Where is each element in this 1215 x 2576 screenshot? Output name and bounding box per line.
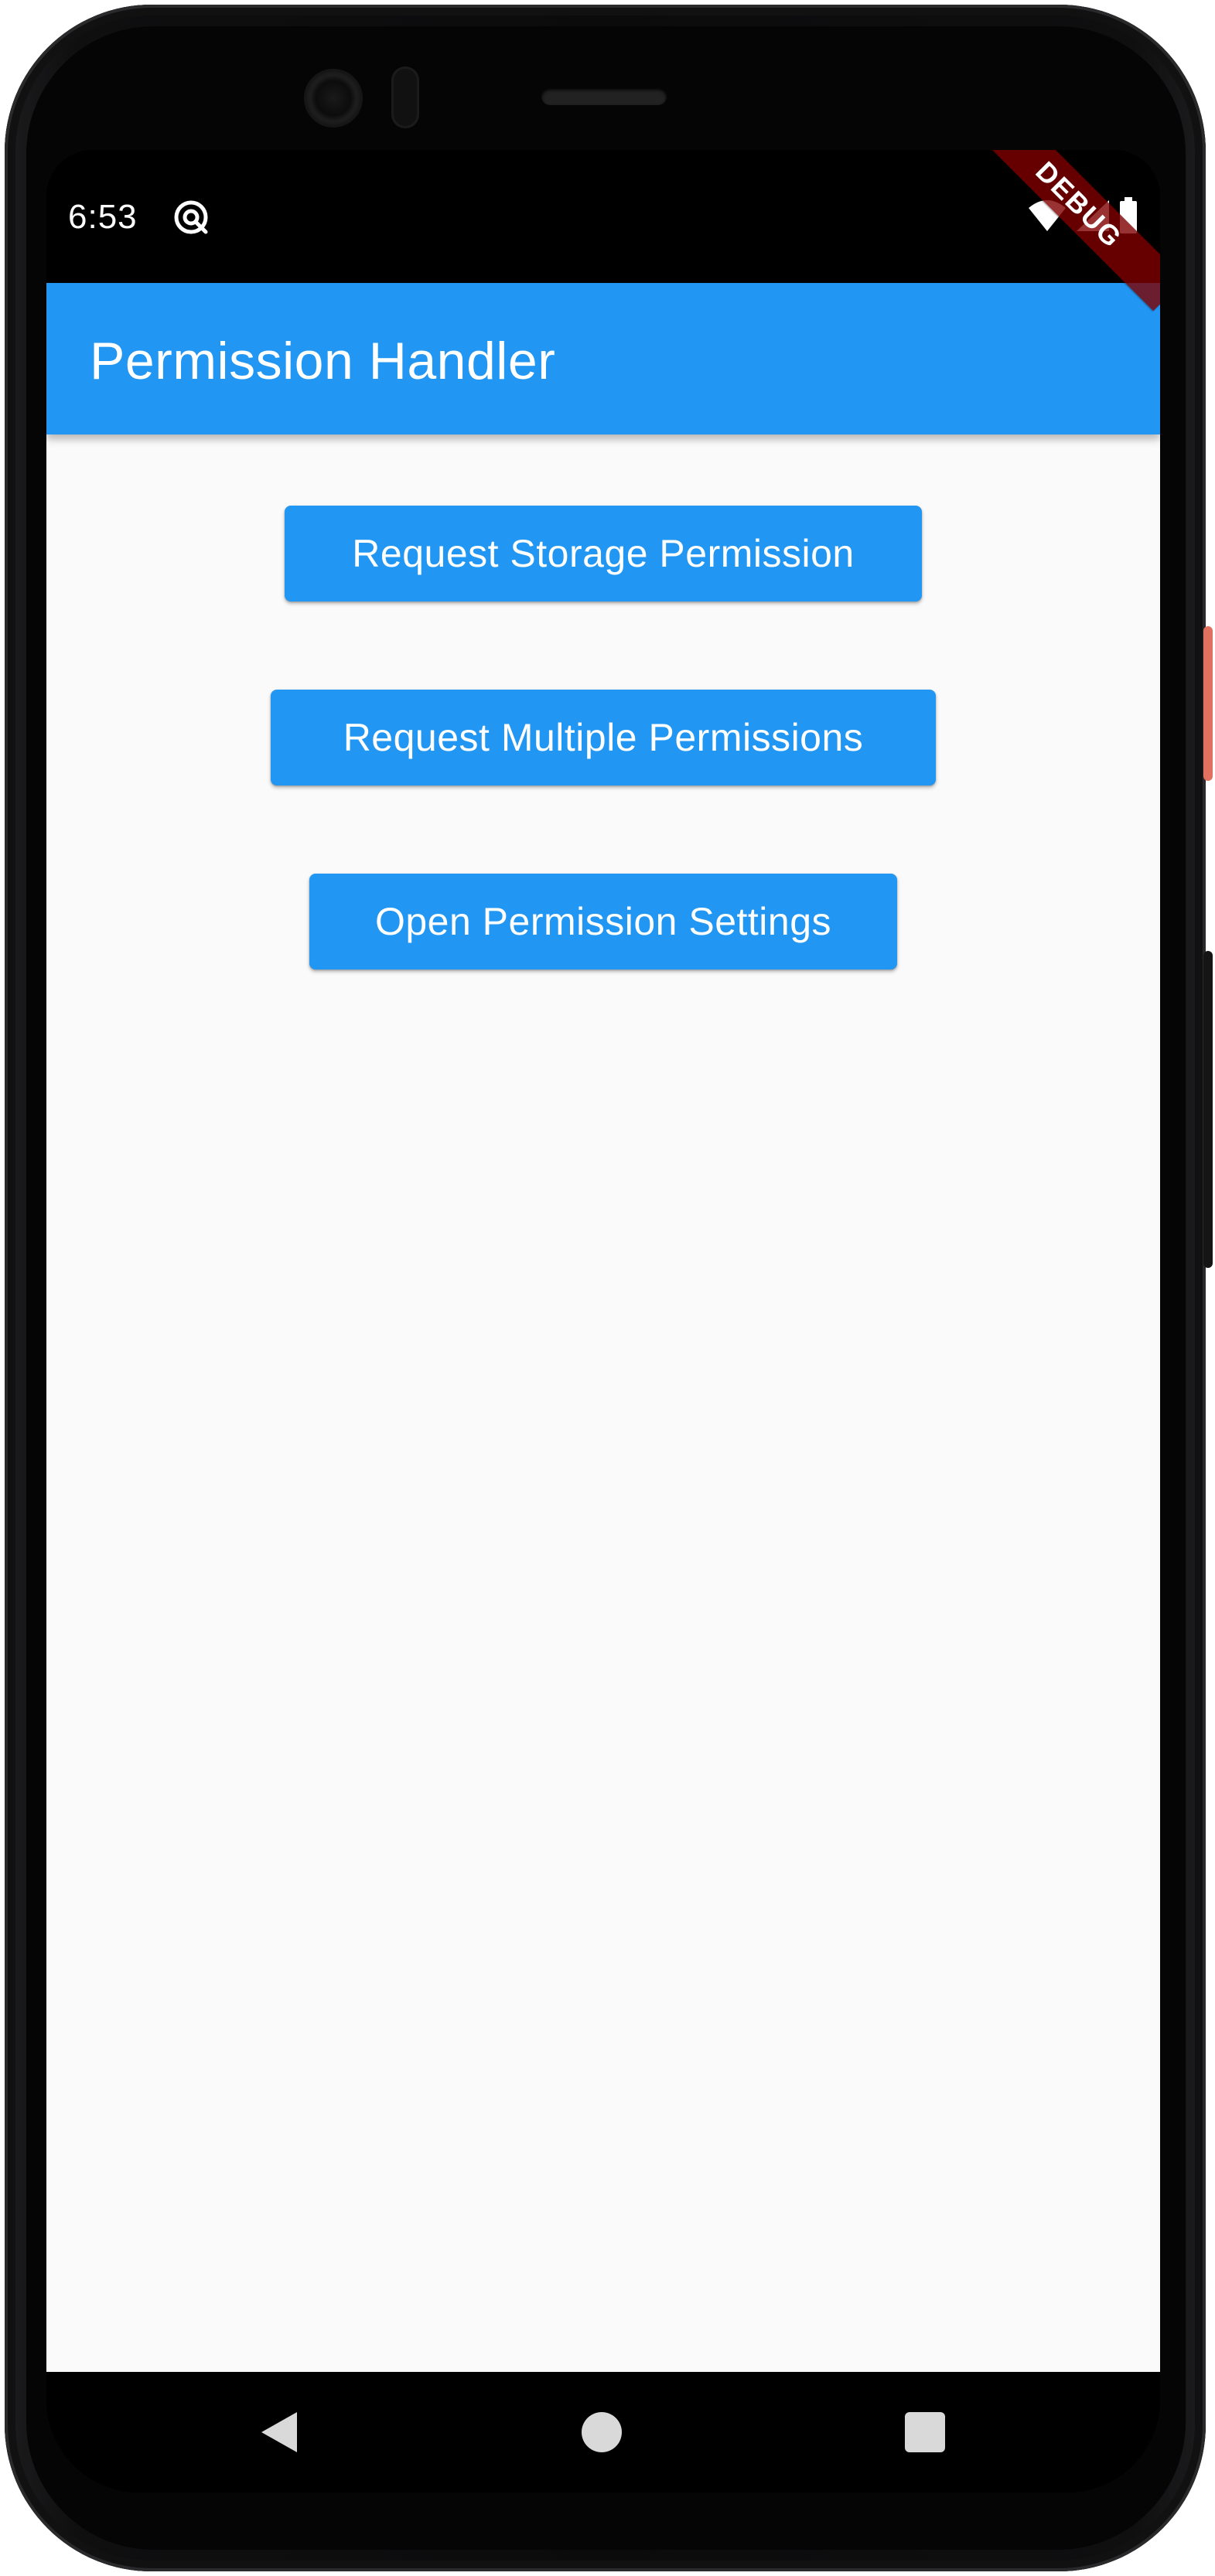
device-screen: 6:53 DEBUG Permission Handler Request St… [46,150,1160,2493]
status-time: 6:53 [68,198,138,236]
status-bar: 6:53 DEBUG [46,150,1160,312]
power-button [1203,951,1213,1268]
request-multiple-permissions-button[interactable]: Request Multiple Permissions [271,690,936,785]
phone-frame: 6:53 DEBUG Permission Handler Request St… [0,0,1215,2576]
back-triangle-icon[interactable] [255,2409,302,2455]
recents-square-icon[interactable] [905,2412,945,2452]
home-circle-icon[interactable] [582,2412,622,2452]
proximity-sensor [391,66,419,128]
open-permission-settings-button[interactable]: Open Permission Settings [309,874,897,969]
request-storage-permission-button[interactable]: Request Storage Permission [285,506,922,601]
front-camera [306,71,360,125]
earpiece-speaker [541,88,667,105]
volume-button [1203,626,1213,781]
main-content: Request Storage Permission Request Multi… [46,434,1160,2372]
navigation-bar [46,2372,1160,2493]
at-sign-circle-icon [172,198,210,237]
page-title: Permission Handler [90,332,556,390]
app-bar: Permission Handler [46,283,1160,434]
